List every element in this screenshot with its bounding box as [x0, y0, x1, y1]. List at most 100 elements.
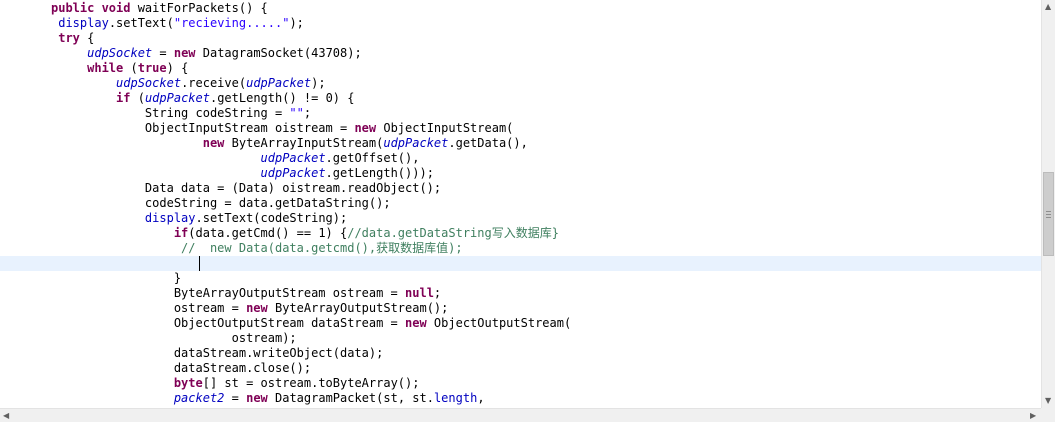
code-line[interactable]: packet2 = new DatagramPacket(st, st.leng…	[0, 391, 485, 406]
code-line[interactable]: }	[0, 271, 181, 286]
code-token: .getLength() != 0) {	[209, 91, 355, 105]
code-token: while	[87, 61, 131, 75]
code-line[interactable]: public void waitForPackets() {	[0, 1, 268, 16]
code-line[interactable]: ObjectInputStream oistream = new ObjectI…	[0, 121, 513, 136]
code-line[interactable]: new ByteArrayInputStream(udpPacket.getDa…	[0, 136, 528, 151]
scroll-up-icon[interactable]: ▲	[1045, 3, 1051, 11]
code-token: ObjectInputStream(	[383, 121, 514, 135]
code-token: ostream =	[51, 301, 247, 315]
code-token: udpPacket	[144, 91, 210, 105]
code-token: display	[58, 16, 109, 30]
code-line[interactable]: String codeString = "";	[0, 106, 311, 121]
code-line[interactable]: display.setText("recieving.....");	[0, 16, 304, 31]
code-line[interactable]: // new Data(data.getcmd(),获取数据库值);	[0, 241, 463, 256]
code-token: new	[246, 391, 275, 405]
scroll-left-icon[interactable]: ◀	[3, 412, 9, 420]
code-token: new	[246, 301, 275, 315]
code-token: ObjectOutputStream(	[433, 316, 572, 330]
code-token: ObjectInputStream oistream =	[51, 121, 355, 135]
vertical-scrollbar[interactable]: ▲ ▼	[1041, 0, 1055, 408]
code-token: ,	[477, 391, 485, 405]
scrollbar-corner	[1041, 408, 1055, 422]
code-token: =	[152, 46, 174, 60]
code-line[interactable]: try {	[0, 31, 94, 46]
code-line[interactable]: codeString = data.getDataString();	[0, 196, 391, 211]
code-token: String codeString =	[51, 106, 290, 120]
code-token: udpSocket	[87, 46, 153, 60]
code-token: if	[173, 226, 189, 240]
code-editor[interactable]: public void waitForPackets() { display.s…	[0, 0, 1041, 408]
code-line[interactable]: ByteArrayOutputStream ostream = null;	[0, 286, 441, 301]
code-token: dataStream.close();	[51, 361, 312, 375]
code-token: new	[405, 316, 434, 330]
code-token: ostream);	[51, 331, 297, 345]
code-token: [] st = ostream.toByteArray();	[202, 376, 420, 390]
code-line[interactable]: Data data = (Data) oistream.readObject()…	[0, 181, 441, 196]
code-token: =	[224, 391, 247, 405]
code-token: );	[289, 16, 304, 30]
code-token: .getLength()));	[325, 166, 434, 180]
code-token: udpPacket	[383, 136, 449, 150]
code-token: try	[58, 31, 88, 45]
code-token: ByteArrayOutputStream ostream =	[51, 286, 406, 300]
code-token: .setText(codeString);	[195, 211, 348, 225]
code-token: .getData(),	[448, 136, 528, 150]
code-token: byte	[173, 376, 203, 390]
code-token: // new Data(data.getcmd(),获取数据库值);	[181, 241, 463, 255]
code-line[interactable]: dataStream.close();	[0, 361, 311, 376]
code-line[interactable]: while (true) {	[0, 61, 188, 76]
vertical-scroll-thumb[interactable]	[1043, 172, 1054, 256]
scroll-right-icon[interactable]: ▶	[1030, 412, 1036, 420]
code-line[interactable]: byte[] st = ostream.toByteArray();	[0, 376, 420, 391]
code-token: ByteArrayOutputStream();	[274, 301, 449, 315]
code-token: (data.getCmd() == 1) {	[188, 226, 348, 240]
code-line[interactable]: dataStream.writeObject(data);	[0, 346, 384, 361]
code-token: {	[87, 31, 95, 45]
code-token: //data.getDataString写入数据库}	[347, 226, 559, 240]
code-token: "recieving....."	[173, 16, 290, 30]
code-token: ObjectOutputStream dataStream =	[51, 316, 406, 330]
code-line[interactable]: if (udpPacket.getLength() != 0) {	[0, 91, 354, 106]
code-token: display	[144, 211, 196, 225]
code-token: DatagramPacket(st, st.	[275, 391, 434, 405]
code-token: waitForPackets() {	[137, 1, 268, 15]
code-token: (	[137, 91, 145, 105]
code-token: DatagramSocket(43708);	[202, 46, 362, 60]
code-token: null	[405, 286, 434, 300]
scroll-down-icon[interactable]: ▼	[1045, 397, 1051, 405]
code-line[interactable]: display.setText(codeString);	[0, 211, 347, 226]
code-token: if	[116, 91, 138, 105]
text-cursor	[199, 256, 200, 271]
code-token: new	[354, 121, 384, 135]
code-token: (	[130, 61, 138, 75]
code-line[interactable]: ostream);	[0, 331, 297, 346]
code-line[interactable]: if(data.getCmd() == 1) {//data.getDataSt…	[0, 226, 559, 241]
horizontal-scrollbar[interactable]: ◀ ▶	[0, 408, 1041, 422]
code-token: }	[51, 271, 182, 285]
code-token: packet2	[173, 391, 225, 405]
code-line[interactable]: udpSocket.receive(udpPacket);	[0, 76, 326, 91]
code-line[interactable]: ObjectOutputStream dataStream = new Obje…	[0, 316, 571, 331]
code-line[interactable]	[0, 256, 1041, 271]
code-token: .receive(	[181, 76, 247, 90]
grip-line	[1046, 217, 1051, 218]
code-token: void	[101, 1, 138, 15]
code-line[interactable]: udpPacket.getOffset(),	[0, 151, 420, 166]
code-token: udpSocket	[116, 76, 182, 90]
code-token: udpPacket	[260, 166, 326, 180]
code-token: ;	[303, 106, 312, 120]
grip-line	[1046, 211, 1051, 212]
code-token: true	[137, 61, 167, 75]
code-line[interactable]: ostream = new ByteArrayOutputStream();	[0, 301, 449, 316]
code-line[interactable]: udpSocket = new DatagramSocket(43708);	[0, 46, 362, 61]
code-line[interactable]: udpPacket.getLength()));	[0, 166, 434, 181]
code-token: );	[311, 76, 326, 90]
